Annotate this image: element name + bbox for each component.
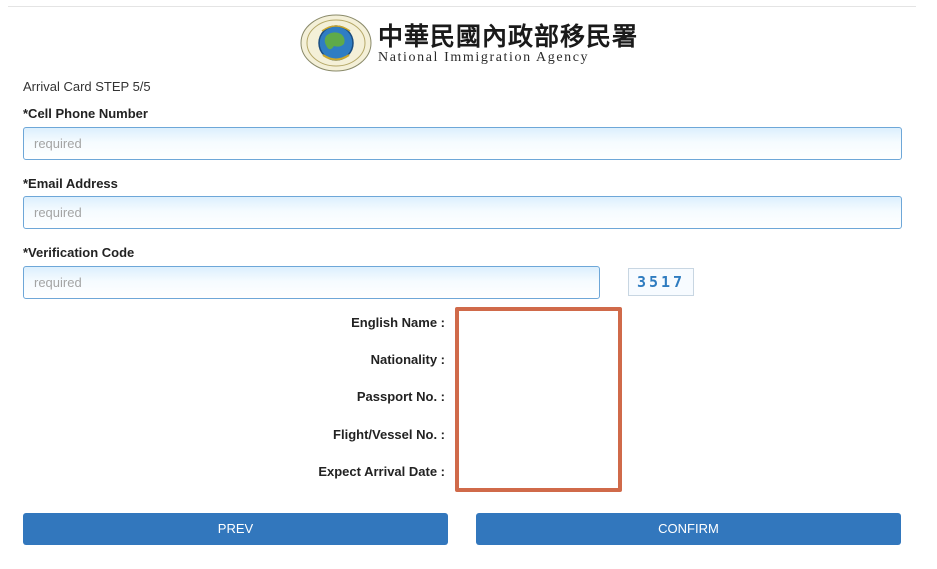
agency-emblem-icon	[300, 14, 372, 72]
highlight-annotation-box	[455, 307, 622, 492]
passport-no-label: Passport No. :	[356, 389, 445, 404]
cell-phone-input[interactable]	[23, 127, 902, 160]
verification-code-input[interactable]	[23, 266, 600, 299]
agency-logo: 中華民國內政部移民署 National Immigration Agency	[300, 14, 637, 72]
step-indicator: Arrival Card STEP 5/5	[23, 79, 151, 94]
email-label: *Email Address	[23, 176, 118, 191]
email-input[interactable]	[23, 196, 902, 229]
confirm-button[interactable]: CONFIRM	[476, 513, 901, 545]
agency-name-english: National Immigration Agency	[378, 50, 590, 65]
prev-button[interactable]: PREV	[23, 513, 448, 545]
verification-code-label: *Verification Code	[23, 245, 135, 260]
flight-vessel-no-label: Flight/Vessel No. :	[333, 427, 445, 442]
captcha-image[interactable]: 3517	[628, 268, 694, 296]
cell-phone-label: *Cell Phone Number	[23, 106, 148, 121]
nationality-label: Nationality :	[370, 352, 445, 367]
agency-name-chinese: 中華民國內政部移民署	[378, 22, 639, 51]
expect-arrival-date-label: Expect Arrival Date :	[318, 464, 445, 479]
english-name-label: English Name :	[351, 315, 445, 330]
header-divider	[8, 6, 916, 7]
